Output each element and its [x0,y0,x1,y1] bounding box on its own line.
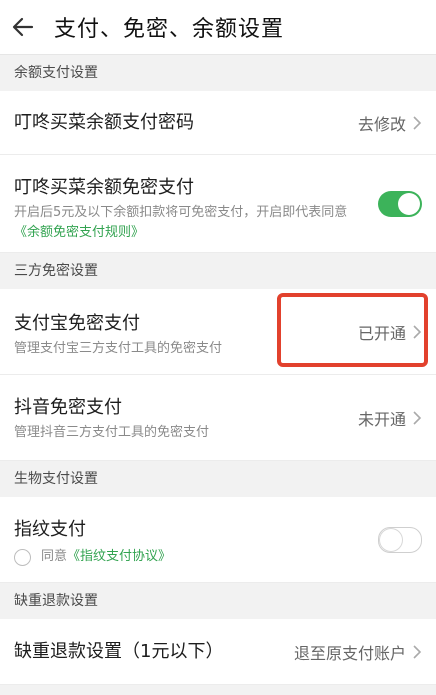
section-third-party-header: 三方免密设置 [0,253,436,289]
balance-password-action-text: 去修改 [357,114,406,134]
chevron-right-icon [413,644,422,659]
fingerprint-toggle[interactable] [378,526,422,553]
fingerprint-agreement: 同意《指纹支付协议》 [14,547,422,568]
douyin-row[interactable]: 抖音免密支付 管理抖音三方支付工具的免密支付 未开通 [0,375,436,461]
agree-radio[interactable] [14,548,31,566]
toggle-knob [398,192,420,215]
douyin-status[interactable]: 未开通 [358,406,422,430]
douyin-status-text: 未开通 [357,409,406,429]
back-button[interactable] [0,16,46,38]
fingerprint-agreement-link[interactable]: 《指纹支付协议》 [67,549,171,564]
balance-free-row: 叮咚买菜余额免密支付 开启后5元及以下余额扣款将可免密支付，开启即代表同意《余额… [0,155,436,253]
highlight-box [277,293,428,367]
fingerprint-label: 指纹支付 [14,519,86,540]
refund-value-text: 退至原支付账户 [293,643,406,663]
balance-password-action[interactable]: 去修改 [358,111,422,135]
fingerprint-row: 指纹支付 同意《指纹支付协议》 [0,497,436,583]
refund-row[interactable]: 缺重退款设置（1元以下） 退至原支付账户 [0,619,436,685]
fingerprint-agree-text: 同意 [41,549,68,564]
balance-free-toggle-wrap [378,190,422,217]
section-refund-header: 缺重退款设置 [0,583,436,619]
balance-free-desc: 开启后5元及以下余额扣款将可免密支付，开启即代表同意《余额免密支付规则》 [14,203,364,243]
balance-free-toggle[interactable] [378,190,422,217]
section-biometric-header: 生物支付设置 [0,461,436,497]
back-arrow-icon [12,17,34,37]
toggle-knob [380,528,402,551]
balance-free-desc-text: 开启后5元及以下余额扣款将可免密支付，开启即代表同意 [14,205,348,220]
chevron-right-icon [413,115,422,130]
fingerprint-toggle-wrap [378,526,422,553]
balance-free-rules-link[interactable]: 《余额免密支付规则》 [14,225,144,240]
balance-password-row[interactable]: 叮咚买菜余额支付密码 去修改 [0,91,436,155]
section-balance-header: 余额支付设置 [0,55,436,91]
chevron-right-icon [413,410,422,425]
balance-free-label: 叮咚买菜余额免密支付 [14,177,194,198]
refund-value[interactable]: 退至原支付账户 [294,640,422,664]
page-title: 支付、免密、余额设置 [54,17,285,42]
top-bar: 支付、免密、余额设置 [0,0,436,55]
